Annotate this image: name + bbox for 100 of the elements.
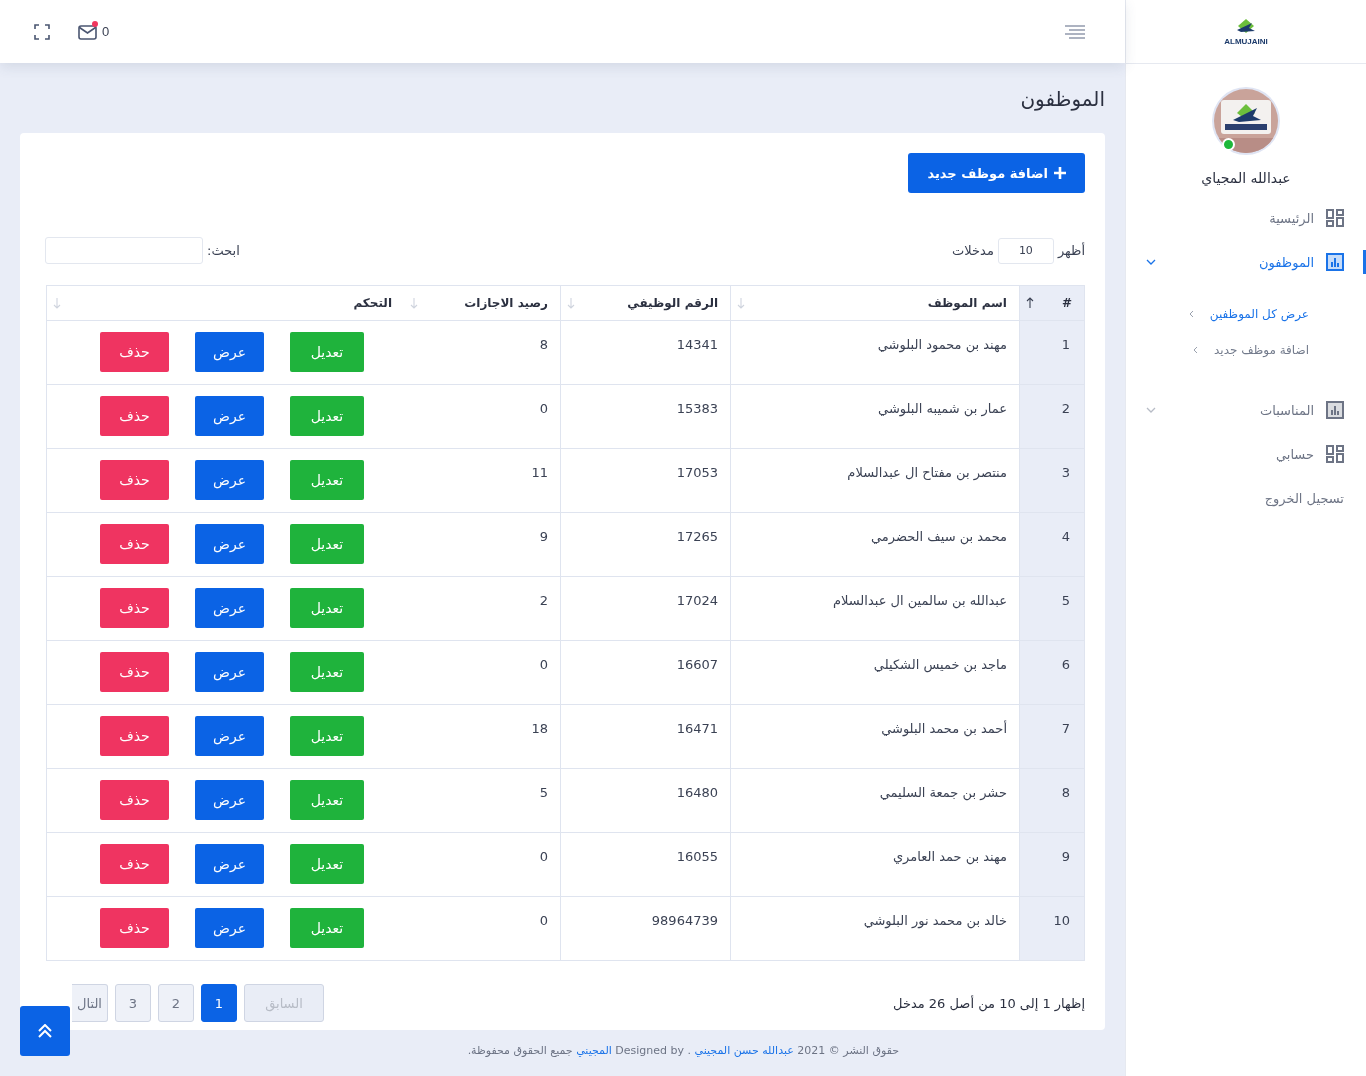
delete-button[interactable]: حذف: [100, 396, 169, 436]
table-cell: 0: [404, 896, 561, 961]
page-button[interactable]: 2: [158, 984, 194, 1022]
table-cell: 16480: [560, 768, 731, 833]
page-title: الموظفون: [1020, 87, 1105, 111]
column-header[interactable]: الرقم الوظيفي: [560, 285, 731, 321]
table-cell: 11: [404, 448, 561, 513]
delete-button[interactable]: حذف: [100, 780, 169, 820]
edit-button[interactable]: تعديل: [290, 844, 364, 884]
table-cell: 9: [404, 512, 561, 577]
edit-button[interactable]: تعديل: [290, 332, 364, 372]
delete-button[interactable]: حذف: [100, 332, 169, 372]
submenu-item[interactable]: عرض كل الموظفين: [1126, 296, 1366, 332]
mail-icon[interactable]: [78, 23, 98, 40]
delete-button[interactable]: حذف: [100, 460, 169, 500]
edit-button[interactable]: تعديل: [290, 460, 364, 500]
column-header[interactable]: اسم الموظف: [730, 285, 1020, 321]
table-cell: 5: [1019, 576, 1085, 641]
add-employee-button[interactable]: اضافة موظف جديد: [908, 153, 1085, 193]
delete-button[interactable]: حذف: [100, 844, 169, 884]
edit-button[interactable]: تعديل: [290, 524, 364, 564]
edit-button[interactable]: تعديل: [290, 588, 364, 628]
table-cell: 15383: [560, 384, 731, 449]
footer-link[interactable]: عبدالله حسن المجيني: [694, 1044, 794, 1057]
table-cell: 17265: [560, 512, 731, 577]
plus-icon: [1054, 167, 1066, 179]
table-cell: 8: [1019, 768, 1085, 833]
table-cell: 98964739: [560, 896, 731, 961]
edit-button[interactable]: تعديل: [290, 908, 364, 948]
delete-button[interactable]: حذف: [100, 716, 169, 756]
table-cell: 17053: [560, 448, 731, 513]
next-button[interactable]: التال: [72, 984, 108, 1022]
edit-button[interactable]: تعديل: [290, 716, 364, 756]
nav-item[interactable]: تسجيل الخروج: [1126, 476, 1366, 520]
table-cell: 0: [404, 640, 561, 705]
submenu-item[interactable]: اضافة موظف جديد: [1126, 332, 1366, 368]
view-button[interactable]: عرض: [195, 716, 264, 756]
grid-icon: [1326, 445, 1344, 463]
nav-item[interactable]: الرئيسية: [1126, 196, 1366, 240]
logo-text: ALMUJAINI: [1224, 36, 1268, 46]
table-cell: 9: [1019, 832, 1085, 897]
fullscreen-icon[interactable]: [34, 23, 50, 40]
view-button[interactable]: عرض: [195, 396, 264, 436]
table-cell: منتصر بن مفتاح ال عبدالسلام: [730, 448, 1020, 513]
footer-link[interactable]: المجيني: [576, 1044, 612, 1057]
delete-button[interactable]: حذف: [100, 524, 169, 564]
search-label: ابحث:: [207, 243, 240, 258]
column-header[interactable]: #: [1019, 285, 1085, 321]
footer-text: جميع الحقوق محفوظة.: [467, 1044, 573, 1057]
chart-icon: [1326, 401, 1344, 419]
page-button[interactable]: 1: [201, 984, 237, 1022]
table-cell: 14341: [560, 320, 731, 385]
table-cell: أحمد بن محمد البلوشي: [730, 704, 1020, 769]
delete-button[interactable]: حذف: [100, 588, 169, 628]
edit-button[interactable]: تعديل: [290, 396, 364, 436]
table-cell: محمد بن سيف الحضرمي: [730, 512, 1020, 577]
nav-item[interactable]: حسابي: [1126, 432, 1366, 476]
column-header[interactable]: التحكم: [46, 285, 404, 321]
delete-button[interactable]: حذف: [100, 908, 169, 948]
table-cell: 8: [404, 320, 561, 385]
table-cell: 0: [404, 384, 561, 449]
footer-text: . Designed by: [615, 1044, 692, 1057]
table-cell: 4: [1019, 512, 1085, 577]
view-button[interactable]: عرض: [195, 332, 264, 372]
nav-item[interactable]: المناسبات: [1126, 388, 1366, 432]
view-button[interactable]: عرض: [195, 780, 264, 820]
edit-button[interactable]: تعديل: [290, 652, 364, 692]
table-cell: 16055: [560, 832, 731, 897]
entries-select[interactable]: 10: [997, 237, 1054, 264]
mail-count: 0: [102, 24, 110, 39]
search-field[interactable]: [45, 237, 203, 264]
view-button[interactable]: عرض: [195, 908, 264, 948]
view-button[interactable]: عرض: [195, 524, 264, 564]
chevron-left-icon: [1187, 310, 1194, 318]
view-button[interactable]: عرض: [195, 588, 264, 628]
footer-text: حقوق النشر © 2021: [797, 1044, 899, 1057]
table-cell: ماجد بن خميس الشكيلي: [730, 640, 1020, 705]
view-button[interactable]: عرض: [195, 652, 264, 692]
user-name: عبدالله المجياي: [1201, 170, 1291, 186]
table-cell: 1: [1019, 320, 1085, 385]
table-cell: 16471: [560, 704, 731, 769]
table-info: إظهار 1 إلى 10 من أصل 26 مدخل: [893, 995, 1085, 1011]
table-cell: عمار بن شميبه البلوشي: [730, 384, 1020, 449]
table-cell: 2: [1019, 384, 1085, 449]
table-cell: 17024: [560, 576, 731, 641]
show-label: أظهر: [1057, 243, 1085, 258]
double-chevron-up-icon: [37, 1024, 53, 1038]
nav-item[interactable]: الموظفون: [1126, 240, 1366, 284]
view-button[interactable]: عرض: [195, 844, 264, 884]
table-cell: عبدالله بن سالمين ال عبدالسلام: [730, 576, 1020, 641]
scroll-to-top-button[interactable]: [20, 1006, 70, 1056]
table-cell: 18: [404, 704, 561, 769]
table-cell: 2: [404, 576, 561, 641]
delete-button[interactable]: حذف: [100, 652, 169, 692]
page-button[interactable]: 3: [115, 984, 151, 1022]
entries-label: مدخلات: [952, 243, 994, 258]
column-header[interactable]: رصيد الاجازات: [404, 285, 561, 321]
edit-button[interactable]: تعديل: [290, 780, 364, 820]
view-button[interactable]: عرض: [195, 460, 264, 500]
table-cell: 7: [1019, 704, 1085, 769]
